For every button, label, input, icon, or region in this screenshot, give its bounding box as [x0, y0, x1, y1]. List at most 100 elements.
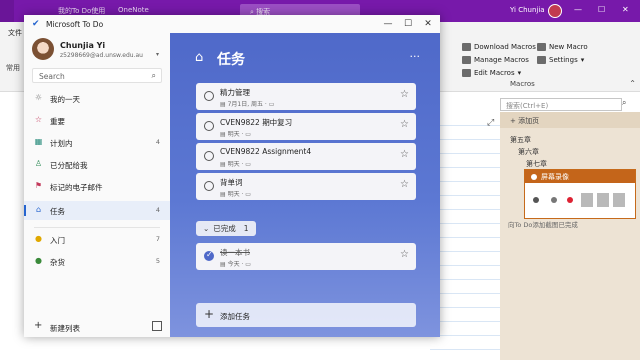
minimize-icon[interactable]: —	[378, 17, 398, 31]
pages-panel: + 添加页 第五章 第六章 第七章	[500, 112, 640, 360]
recorder-status: 向To Do添加截图已完成	[508, 221, 578, 229]
page-item[interactable]: 第五章	[510, 135, 531, 145]
task-checkbox[interactable]	[204, 151, 214, 161]
sidebar-item-tasks[interactable]: ⌂ 任务 4	[24, 201, 170, 220]
minimize-icon[interactable]: —	[574, 5, 582, 14]
sidebar-item-important[interactable]: ☆ 重要	[24, 111, 170, 130]
chevron-down-icon[interactable]: ▾	[156, 51, 159, 58]
divider	[34, 227, 160, 228]
task-title: 背单词	[220, 178, 243, 187]
new-macro-button[interactable]: New Macro	[537, 43, 588, 51]
recorder-title: 屏幕录像	[541, 172, 569, 181]
calendar-icon: ▦	[34, 137, 43, 146]
page-search-input[interactable]: 搜索(Ctrl+E)	[500, 98, 622, 111]
download-macros-button[interactable]: Download Macros	[462, 43, 536, 51]
task-title: 读一本书	[220, 248, 250, 257]
task-item-completed[interactable]: 读一本书 ▤ 今天 · ▭ ☆	[196, 243, 416, 270]
sidebar-item-label: 计划内	[50, 139, 73, 148]
sidebar-item-label: 任务	[50, 207, 65, 216]
collapse-ribbon-icon[interactable]: ⌃	[629, 79, 636, 88]
todo-sidebar: Chunjia Yi z5298669@ad.unsw.edu.au ▾ Sea…	[24, 33, 170, 337]
completed-toggle[interactable]: ⌄ 已完成 1	[196, 221, 256, 236]
screen-icon[interactable]	[551, 197, 557, 203]
task-checkbox[interactable]	[204, 121, 214, 131]
sidebar-item-groceries[interactable]: ● 杂货 5	[24, 252, 170, 271]
new-list-button[interactable]: + 新建列表	[24, 317, 170, 337]
task-item[interactable]: CVEN9822 Assignment4 ▤ 明天 · ▭ ☆	[196, 143, 416, 170]
file-tab[interactable]: 文件	[8, 28, 22, 38]
task-item[interactable]: CVEN9822 期中复习 ▤ 明天 · ▭ ☆	[196, 113, 416, 140]
edit-macros-button[interactable]: Edit Macros ▾	[462, 69, 521, 77]
sidebar-item-getting-started[interactable]: ● 入门 7	[24, 230, 170, 249]
close-icon[interactable]: ✕	[622, 5, 629, 14]
add-page-button[interactable]: + 添加页	[500, 112, 640, 128]
tool-button[interactable]	[597, 193, 609, 207]
sidebar-item-planned[interactable]: ▦ 计划内 4	[24, 133, 170, 152]
more-options-icon[interactable]: ···	[410, 50, 421, 63]
plus-icon: +	[34, 320, 43, 331]
screen-recorder-window: 屏幕录像	[524, 169, 636, 219]
manage-macros-label: Manage Macros	[474, 56, 529, 64]
download-icon	[462, 43, 471, 51]
sidebar-item-assigned[interactable]: ♙ 已分配给我	[24, 155, 170, 174]
new-group-icon[interactable]	[152, 321, 162, 331]
settings-label: Settings	[549, 56, 578, 64]
maximize-icon[interactable]: ☐	[398, 17, 418, 31]
todo-window: ✔ Microsoft To Do — ☐ ✕ Chunjia Yi z5298…	[24, 15, 440, 337]
settings-button[interactable]: Settings ▾	[537, 56, 584, 64]
task-checkbox[interactable]	[204, 91, 214, 101]
close-icon[interactable]: ✕	[418, 17, 438, 31]
edit-icon	[462, 69, 471, 77]
onenote-avatar[interactable]	[548, 4, 562, 18]
completed-label: 已完成	[213, 224, 236, 233]
page-item[interactable]: 第七章	[526, 159, 547, 169]
tool-button[interactable]	[613, 193, 625, 207]
edit-macros-label: Edit Macros	[474, 69, 515, 77]
task-meta: ▤ 7月1日, 周五 · ▭	[220, 101, 275, 108]
task-title: CVEN9822 Assignment4	[220, 147, 312, 156]
task-item[interactable]: 背单词 ▤ 明天 · ▭ ☆	[196, 173, 416, 200]
person-icon: ♙	[34, 159, 43, 168]
task-title: CVEN9822 期中复习	[220, 118, 293, 127]
task-item[interactable]: 精力管理 ▤ 7月1日, 周五 · ▭ ☆	[196, 83, 416, 110]
task-checkbox-checked[interactable]	[204, 250, 214, 261]
left-strip-label: 常用	[6, 64, 20, 72]
onenote-page-canvas[interactable]	[430, 112, 500, 360]
star-icon[interactable]: ☆	[400, 249, 409, 260]
task-checkbox[interactable]	[204, 181, 214, 191]
sidebar-item-flagged[interactable]: ⚑ 标记的电子邮件	[24, 177, 170, 196]
manage-macros-button[interactable]: Manage Macros	[462, 56, 529, 64]
new-list-label: 新建列表	[50, 324, 80, 333]
onenote-user-name[interactable]: Yi Chunjia	[510, 6, 545, 14]
gear-icon	[537, 56, 546, 64]
task-meta: ▤ 明天 · ▭	[220, 191, 251, 198]
record-icon	[531, 173, 537, 180]
sidebar-item-label: 杂货	[50, 258, 65, 267]
search-input[interactable]: Search ⌕	[32, 68, 162, 83]
star-icon[interactable]: ☆	[400, 179, 409, 190]
plus-icon: +	[204, 307, 215, 321]
recorder-toolbar	[525, 183, 635, 219]
star-icon[interactable]: ☆	[400, 149, 409, 160]
sidebar-item-label: 重要	[50, 117, 65, 126]
sidebar-item-my-day[interactable]: ☼ 我的一天	[24, 89, 170, 108]
camera-icon[interactable]	[533, 197, 539, 203]
profile-name[interactable]: Chunjia Yi	[60, 41, 105, 50]
avatar[interactable]	[32, 38, 54, 60]
chevron-down-icon: ▾	[517, 69, 522, 77]
maximize-icon[interactable]: ☐	[598, 5, 605, 14]
sidebar-item-count: 5	[155, 257, 160, 265]
add-task-input[interactable]: + 添加任务	[196, 303, 416, 327]
search-icon[interactable]: ⌕	[622, 98, 634, 111]
page-title: 任务	[217, 52, 245, 68]
tool-button[interactable]	[581, 193, 593, 207]
expand-icon[interactable]: ⤢	[487, 118, 494, 128]
star-icon[interactable]: ☆	[400, 89, 409, 100]
sun-icon: ☼	[34, 93, 43, 102]
sidebar-item-count: 7	[155, 235, 160, 243]
download-macros-label: Download Macros	[474, 43, 536, 51]
star-icon[interactable]: ☆	[400, 119, 409, 130]
flag-icon: ⚑	[34, 181, 43, 190]
record-button[interactable]	[567, 197, 573, 203]
page-item[interactable]: 第六章	[518, 147, 539, 157]
